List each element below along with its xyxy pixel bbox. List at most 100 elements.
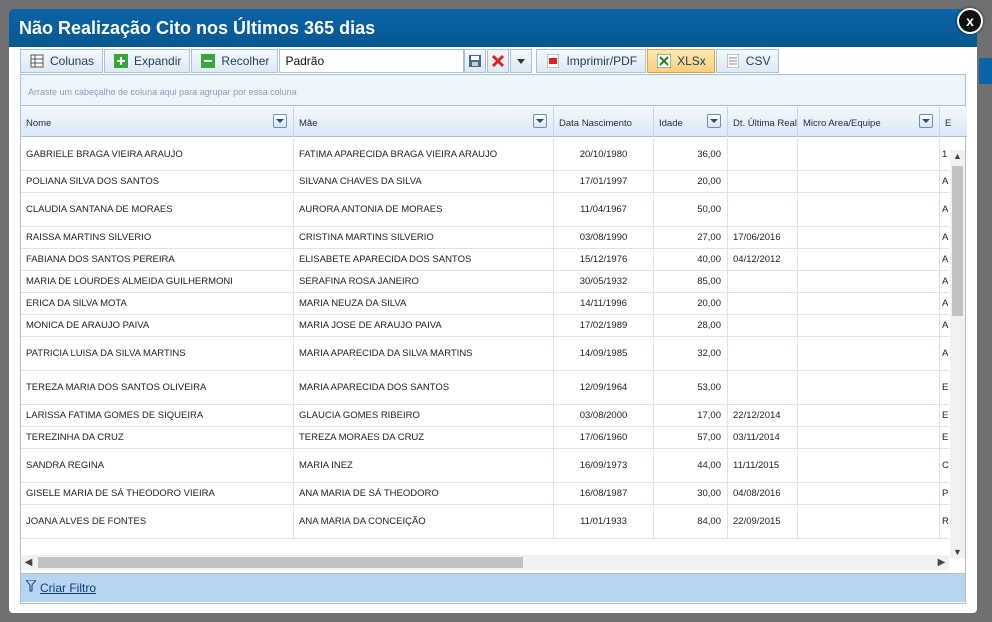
table-cell-e: R (942, 516, 949, 527)
table-cell-micro (798, 315, 940, 336)
vertical-scroll-thumb[interactable] (952, 166, 963, 316)
column-header-ultima-realizacao[interactable]: Dt. Última Real (728, 107, 798, 137)
column-header-label: Dt. Última Real (733, 117, 797, 129)
collapse-label: Recolher (221, 54, 270, 68)
table-row[interactable]: TEREZA MARIA DOS SANTOS OLIVEIRA MARIA AP… (21, 371, 949, 405)
column-filter-button[interactable] (707, 114, 721, 128)
table-cell-mae: SERAFINA ROSA JANEIRO (294, 271, 554, 292)
plus-icon (113, 53, 129, 69)
excel-icon (656, 53, 672, 69)
delete-layout-button[interactable] (487, 49, 510, 73)
column-header-label: Nome (26, 117, 52, 129)
table-row[interactable]: GABRIELE BRAGA VIEIRA ARAUJO FATIMA APARE… (21, 138, 949, 171)
table-cell-ultima: 17/06/2016 (728, 227, 798, 248)
table-cell-nome: GABRIELE BRAGA VIEIRA ARAUJO (21, 138, 294, 170)
table-cell-ultima: 04/08/2016 (728, 483, 798, 504)
close-dialog-button[interactable]: x (957, 8, 983, 34)
horizontal-scroll-thumb[interactable] (38, 557, 523, 568)
chevron-down-icon (922, 119, 930, 123)
export-xlsx-button[interactable]: XLSx (647, 49, 715, 73)
horizontal-scrollbar[interactable]: ◀ ▶ (21, 555, 949, 570)
table-cell-nasc: 17/01/1997 (554, 171, 654, 192)
table-row[interactable]: MONICA DE ARAUJO PAIVA MARIA JOSE DE ARAU… (21, 315, 949, 337)
table-cell-e: E (942, 432, 949, 443)
column-header-label: Idade (659, 117, 683, 129)
table-cell-nasc: 17/06/1960 (554, 427, 654, 448)
column-header-micro-area[interactable]: Micro Area/Equipe (798, 107, 940, 137)
print-pdf-button[interactable]: Imprimir/PDF (536, 49, 647, 73)
column-header-idade[interactable]: Idade (654, 107, 728, 137)
table-cell-mae: MARIA NEUZA DA SILVA (294, 293, 554, 314)
table-row[interactable]: RAISSA MARTINS SILVERIO CRISTINA MARTINS … (21, 227, 949, 249)
table-cell-e: C (942, 460, 949, 471)
column-filter-button[interactable] (273, 114, 287, 128)
table-cell-idade: 30,00 (654, 483, 728, 504)
save-icon (467, 53, 483, 69)
scroll-up-icon[interactable]: ▲ (950, 150, 965, 162)
table-row[interactable]: FABIANA DOS SANTOS PEREIRA ELISABETE APAR… (21, 249, 949, 271)
layout-dropdown-button[interactable] (510, 49, 533, 73)
table-cell-nasc: 16/09/1973 (554, 449, 654, 482)
layout-select[interactable]: Padrão (279, 49, 465, 73)
expand-button[interactable]: Expandir (104, 49, 191, 73)
scroll-right-icon[interactable]: ▶ (934, 555, 949, 570)
table-cell-mae: MARIA APARECIDA DA SILVA MARTINS (294, 337, 554, 370)
table-cell-e: A (942, 320, 949, 331)
table-cell-idade: 84,00 (654, 505, 728, 538)
create-filter-link[interactable]: Criar Filtro (40, 581, 96, 595)
grid-body: GABRIELE BRAGA VIEIRA ARAUJO FATIMA APARE… (21, 138, 949, 548)
scroll-left-icon[interactable]: ◀ (21, 555, 36, 570)
table-cell-nome: CLAUDIA SANTANA DE MORAES (21, 193, 294, 226)
table-cell-micro (798, 371, 940, 404)
table-cell-micro (798, 227, 940, 248)
table-cell-micro (798, 505, 940, 538)
dialog-titlebar: Não Realização Cito nos Últimos 365 dias (9, 9, 977, 47)
table-cell-mae: FATIMA APARECIDA BRAGA VIEIRA ARAUJO (294, 138, 554, 170)
table-cell-idade: 40,00 (654, 249, 728, 270)
dialog-title: Não Realização Cito nos Últimos 365 dias (19, 17, 376, 38)
save-layout-button[interactable] (464, 49, 487, 73)
table-row[interactable]: CLAUDIA SANTANA DE MORAES AURORA ANTONIA … (21, 193, 949, 227)
table-row[interactable]: GISELE MARIA DE SÁ THEODORO VIEIRA ANA MA… (21, 483, 949, 505)
table-cell-ultima (728, 293, 798, 314)
table-row[interactable]: SANDRA REGINA MARIA INEZ 16/09/1973 44,00 11… (21, 449, 949, 483)
table-cell-mae: TEREZA MORAES DA CRUZ (294, 427, 554, 448)
table-cell-nome: ERICA DA SILVA MOTA (21, 293, 294, 314)
collapse-button[interactable]: Recolher (191, 49, 279, 73)
table-row[interactable]: PATRICIA LUISA DA SILVA MARTINS MARIA APA… (21, 337, 949, 371)
column-filter-button[interactable] (919, 114, 933, 128)
column-header-data-nascimento[interactable]: Data Nascimento (554, 107, 654, 137)
columns-button[interactable]: Colunas (20, 49, 104, 73)
table-cell-ultima (728, 171, 798, 192)
table-cell-mae: SILVANA CHAVES DA SILVA (294, 171, 554, 192)
table-cell-nome: GISELE MARIA DE SÁ THEODORO VIEIRA (21, 483, 294, 504)
columns-label: Colunas (50, 54, 95, 68)
export-csv-button[interactable]: CSV (715, 49, 780, 73)
table-row[interactable]: ERICA DA SILVA MOTA MARIA NEUZA DA SILVA 1… (21, 293, 949, 315)
table-cell-idade: 44,00 (654, 449, 728, 482)
table-cell-mae: ANA MARIA DE SÁ THEODORO (294, 483, 554, 504)
csv-icon (725, 53, 741, 69)
table-cell-e: A (942, 276, 949, 287)
grid-header: Nome Mãe Data Nascimento Idade Dt. Últim… (21, 107, 967, 137)
vertical-scrollbar[interactable]: ▲ ▼ (950, 150, 965, 558)
scroll-down-icon[interactable]: ▼ (950, 546, 965, 558)
column-header-nome[interactable]: Nome (21, 107, 294, 137)
table-cell-mae: ELISABETE APARECIDA DOS SANTOS (294, 249, 554, 270)
table-cell-idade: 27,00 (654, 227, 728, 248)
table-cell-micro (798, 171, 940, 192)
table-row[interactable]: TEREZINHA DA CRUZ TEREZA MORAES DA CRUZ 17… (21, 427, 949, 449)
table-row[interactable]: POLIANA SILVA DOS SANTOS SILVANA CHAVES D… (21, 171, 949, 193)
column-header-extra[interactable]: E (940, 107, 967, 137)
delete-icon (490, 53, 506, 69)
table-cell-nasc: 03/08/1990 (554, 227, 654, 248)
table-row[interactable]: LARISSA FATIMA GOMES DE SIQUEIRA GLAUCIA … (21, 405, 949, 427)
table-row[interactable]: MARIA DE LOURDES ALMEIDA GUILHERMONI SERA… (21, 271, 949, 293)
table-cell-idade: 20,00 (654, 293, 728, 314)
table-row[interactable]: JOANA ALVES DE FONTES ANA MARIA DA CONCEI… (21, 505, 949, 539)
column-filter-button[interactable] (533, 114, 547, 128)
grid-footer: Criar Filtro (21, 573, 965, 602)
table-cell-idade: 57,00 (654, 427, 728, 448)
column-header-mae[interactable]: Mãe (294, 107, 554, 137)
group-panel[interactable]: Arraste um cabeçalho de coluna aqui para… (21, 75, 965, 106)
